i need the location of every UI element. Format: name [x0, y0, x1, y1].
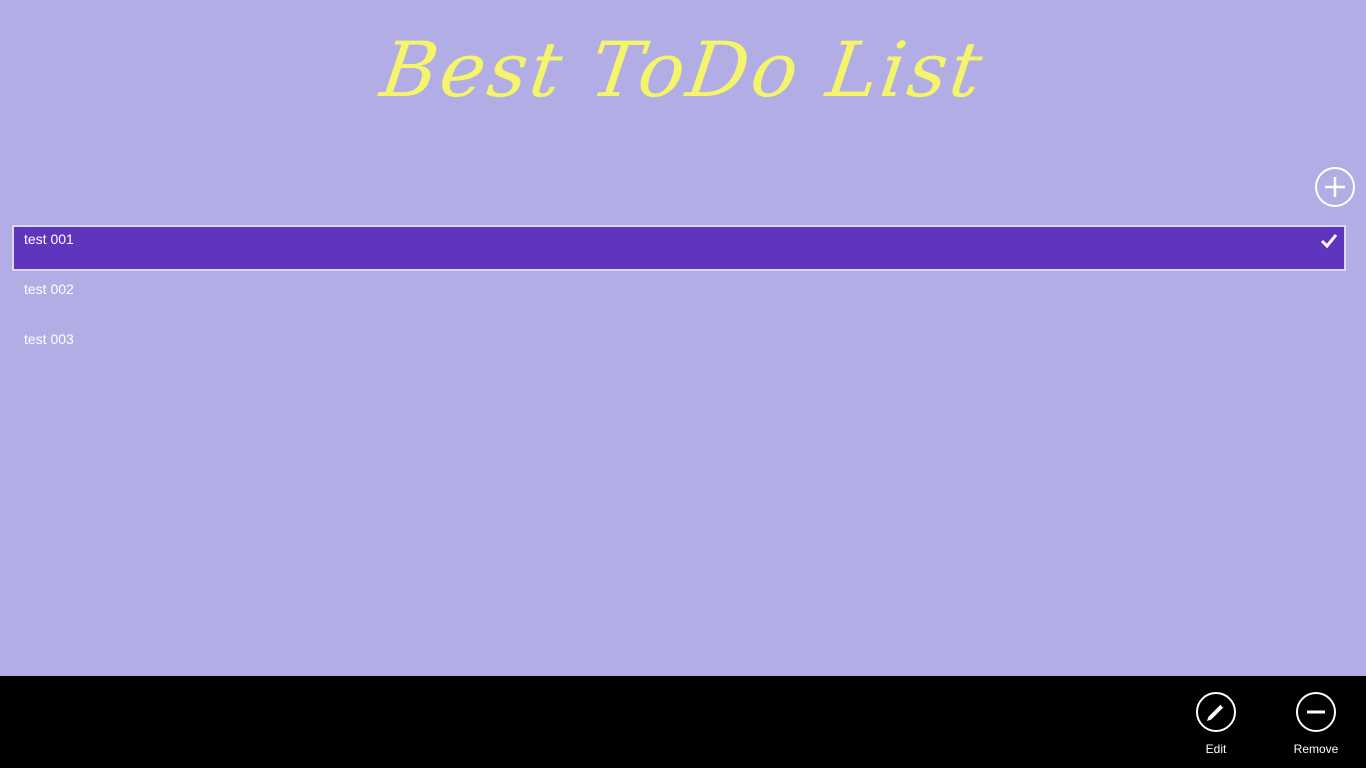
remove-button-circle: [1296, 692, 1336, 732]
remove-button[interactable]: Remove: [1276, 692, 1356, 762]
checkmark-icon: [1320, 234, 1338, 249]
todo-item-label: test 002: [24, 281, 74, 297]
todo-item-label: test 003: [24, 331, 74, 347]
todo-item[interactable]: test 002: [12, 275, 1346, 325]
edit-button-label: Edit: [1205, 742, 1227, 756]
todo-item-label: test 001: [24, 231, 74, 247]
app-bar: Edit Remove: [0, 676, 1366, 768]
pencil-icon: [1207, 704, 1224, 721]
app-title: Best ToDo List: [375, 25, 991, 114]
remove-button-label: Remove: [1293, 742, 1339, 756]
todo-item[interactable]: test 003: [12, 325, 1346, 375]
todo-item[interactable]: test 001: [12, 225, 1346, 271]
plus-icon: [1325, 177, 1345, 197]
todo-list: test 001 test 002 test 003: [12, 225, 1346, 375]
edit-button[interactable]: Edit: [1176, 692, 1256, 762]
edit-button-circle: [1196, 692, 1236, 732]
add-todo-button[interactable]: [1315, 167, 1355, 207]
minus-icon: [1307, 710, 1325, 714]
